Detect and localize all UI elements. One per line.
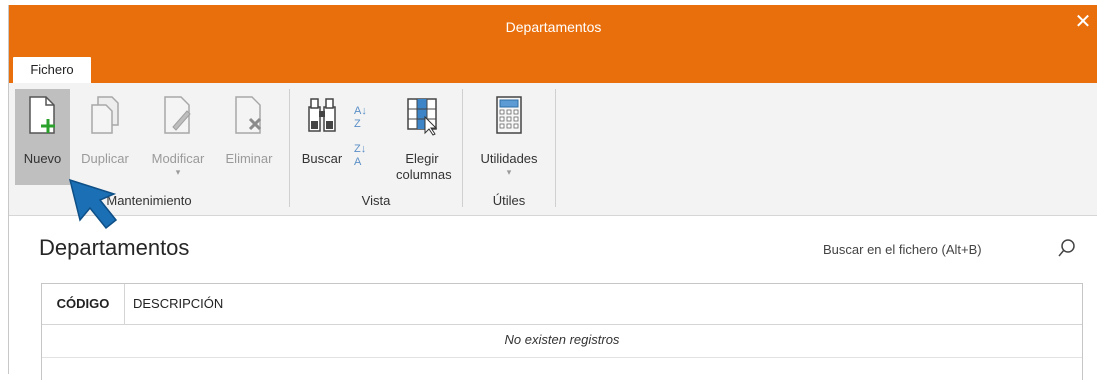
search-placeholder[interactable]: Buscar en el fichero (Alt+B)	[823, 242, 982, 257]
duplicar-label: Duplicar	[81, 151, 129, 166]
modificar-button[interactable]: Modificar ▾	[140, 89, 216, 185]
group-utiles: Utilidades ▾ Útiles	[463, 83, 556, 215]
chevron-down-icon: ▾	[175, 167, 181, 177]
duplicar-button[interactable]: Duplicar	[72, 89, 138, 185]
duplicate-icon	[91, 96, 119, 134]
nuevo-label: Nuevo	[23, 151, 62, 166]
search-box[interactable]: Buscar en el fichero (Alt+B)	[823, 235, 1077, 263]
utilidades-button[interactable]: Utilidades ▾	[469, 89, 549, 185]
buscar-button[interactable]: Buscar	[296, 89, 348, 185]
chevron-down-icon: ▾	[506, 167, 512, 177]
group-label-vista: Vista	[361, 193, 391, 208]
ribbon-tab-strip: Fichero	[9, 50, 1097, 83]
window-title: Departamentos	[505, 19, 602, 35]
group-mantenimiento: Nuevo Duplicar Modificar ▾ Eliminar Mant…	[9, 83, 290, 215]
table-header: CÓDIGO DESCRIPCIÓN	[42, 284, 1082, 325]
group-label-mantenimiento: Mantenimiento	[106, 193, 192, 208]
sort-ascending-icon[interactable]: A↓ Z	[354, 105, 367, 131]
close-icon[interactable]: ✕	[1072, 11, 1094, 33]
choose-columns-icon	[407, 98, 438, 136]
elegir-columnas-button[interactable]: Elegir columnas	[388, 89, 456, 185]
calculator-icon	[496, 96, 522, 134]
new-document-icon	[28, 96, 55, 134]
mouse-pointer-icon	[68, 178, 118, 230]
group-vista: Buscar A↓ Z Z↓ A Elegir columnas Vista	[290, 83, 463, 215]
page-title: Departamentos	[39, 235, 190, 260]
ribbon: Nuevo Duplicar Modificar ▾ Eliminar Mant…	[9, 83, 1097, 216]
delete-document-icon	[235, 96, 262, 134]
tab-fichero[interactable]: Fichero	[13, 57, 91, 83]
window: Departamentos ✕ Fichero Nuevo Duplicar M…	[8, 5, 1097, 380]
edit-document-icon	[164, 96, 191, 134]
eliminar-label: Eliminar	[225, 151, 273, 166]
sort-desc-glyph: Z↓	[354, 143, 367, 155]
buscar-label: Buscar	[301, 151, 343, 166]
modificar-label: Modificar	[151, 151, 205, 166]
empty-message: No existen registros	[504, 332, 620, 347]
records-table: CÓDIGO DESCRIPCIÓN No existen registros	[41, 283, 1083, 380]
column-header-codigo[interactable]: CÓDIGO	[42, 284, 125, 324]
column-header-descripcion[interactable]: DESCRIPCIÓN	[133, 284, 223, 324]
binoculars-icon	[308, 98, 336, 132]
row-divider	[42, 357, 1082, 358]
group-label-utiles: Útiles	[492, 193, 526, 208]
eliminar-button[interactable]: Eliminar	[218, 89, 280, 185]
title-bar: Departamentos ✕	[9, 5, 1097, 50]
nuevo-button[interactable]: Nuevo	[15, 89, 70, 185]
utilidades-label: Utilidades	[480, 151, 538, 166]
sort-descending-icon[interactable]: Z↓ A	[354, 143, 366, 169]
sort-asc-top-glyph: Z	[354, 118, 361, 130]
sort-asc-glyph: A↓	[354, 105, 367, 117]
elegir-columnas-label: Elegir columnas	[396, 151, 452, 182]
search-icon[interactable]	[1057, 238, 1077, 258]
sort-desc-bottom-glyph: A	[354, 156, 362, 168]
group-divider	[555, 89, 556, 207]
